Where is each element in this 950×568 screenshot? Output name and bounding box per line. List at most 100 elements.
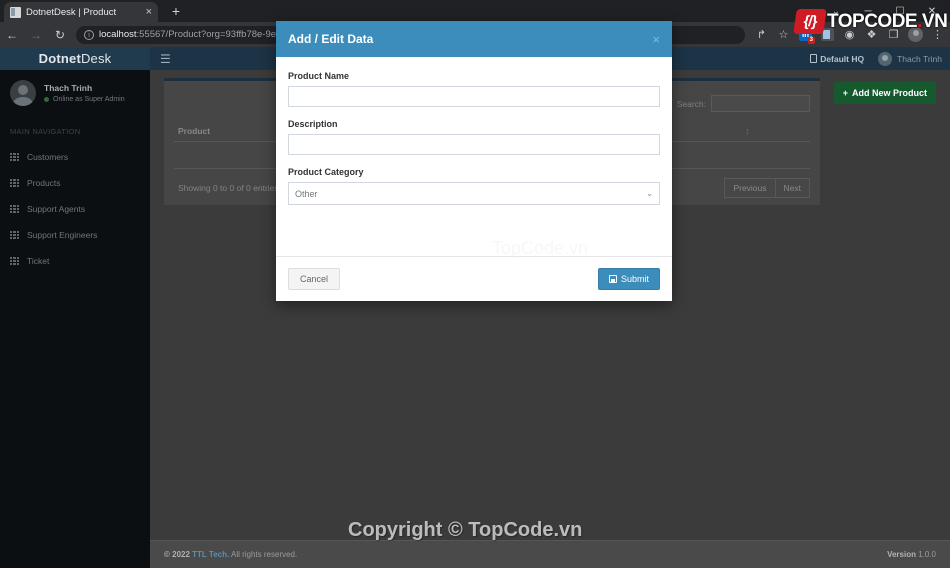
reload-icon[interactable]: ↻ <box>48 23 72 47</box>
org-label: Default HQ <box>820 53 865 64</box>
browser-menu-icon[interactable]: ⋮ <box>927 24 948 45</box>
modal-header: Add / Edit Data × <box>276 21 672 57</box>
chevron-down-icon[interactable]: ⌄ <box>820 0 852 22</box>
grid-icon <box>10 205 19 213</box>
bookmark-star-icon[interactable]: ☆ <box>773 24 794 45</box>
building-icon <box>810 54 818 63</box>
app-logo[interactable]: Dotnet Desk <box>0 47 150 70</box>
grid-icon <box>10 231 19 239</box>
sidebar-user-info: Thach Trinh Online as Super Admin <box>44 83 125 103</box>
plus-icon: + <box>842 88 848 98</box>
sidebar-user-panel[interactable]: Thach Trinh Online as Super Admin <box>0 70 150 118</box>
window-close-icon[interactable]: ✕ <box>916 0 948 22</box>
add-new-product-button[interactable]: + Add New Product <box>833 82 936 104</box>
footer-copyright-year: © 2022 <box>164 550 190 559</box>
linkedin-extension-icon[interactable]: in 3 <box>795 24 816 45</box>
browser-titlebar: DotnetDesk | Product × + ⌄ ─ ☐ ✕ <box>0 0 950 22</box>
footer-version-label: Version <box>887 550 916 559</box>
cancel-button[interactable]: Cancel <box>288 268 341 290</box>
outlook-glyph <box>821 28 834 41</box>
product-category-value: Other <box>295 188 318 199</box>
footer-version: Version 1.0.0 <box>887 550 936 559</box>
product-name-label: Product Name <box>288 71 350 81</box>
grid-icon <box>10 257 19 265</box>
description-label: Description <box>288 119 338 129</box>
brand-suffix: Desk <box>80 51 112 66</box>
sidebar-item-support-agents[interactable]: Support Agents <box>0 196 150 222</box>
save-icon <box>608 275 617 283</box>
sidebar-item-products[interactable]: Products <box>0 170 150 196</box>
sidebar: Thach Trinh Online as Super Admin MAIN N… <box>0 70 150 568</box>
grid-icon <box>10 179 19 187</box>
product-category-label: Product Category <box>288 167 364 177</box>
info-icon[interactable]: i <box>84 29 94 40</box>
minimize-icon[interactable]: ─ <box>852 0 884 22</box>
description-input[interactable] <box>288 134 660 155</box>
maximize-icon[interactable]: ☐ <box>884 0 916 22</box>
wappalyzer-extension-icon[interactable]: ◉ <box>839 24 860 45</box>
sidebar-item-ticket[interactable]: Ticket <box>0 248 150 274</box>
sidebar-item-customers[interactable]: Customers <box>0 144 150 170</box>
navbar-right: Default HQ Thach Trinh <box>810 51 942 66</box>
sidebar-section-heading: MAIN NAVIGATION <box>10 127 81 136</box>
sidebar-item-label: Support Agents <box>27 204 86 214</box>
back-icon[interactable]: ← <box>0 23 24 47</box>
product-category-select[interactable]: Other ⌄ <box>288 182 660 205</box>
sidebar-item-label: Customers <box>27 152 69 162</box>
brand-prefix: Dotnet <box>38 51 81 66</box>
notification-badge: 3 <box>807 37 815 44</box>
tab-title: DotnetDesk | Product <box>26 6 117 18</box>
browser-tab[interactable]: DotnetDesk | Product × <box>4 2 158 22</box>
sidebar-item-label: Support Engineers <box>27 230 98 240</box>
footer-company-link[interactable]: TTL Tech. <box>192 550 229 559</box>
table-info: Showing 0 to 0 of 0 entries <box>178 183 279 193</box>
modal-body: Product Name Description Product Categor… <box>276 57 672 213</box>
footer-rights: All rights reserved. <box>230 550 298 559</box>
product-name-input[interactable] <box>288 86 660 107</box>
extensions-puzzle-icon[interactable]: ❖ <box>861 24 882 45</box>
url-host: localhost <box>99 29 137 40</box>
close-icon[interactable]: × <box>146 6 152 18</box>
search-input[interactable] <box>711 95 810 112</box>
app-footer: © 2022 TTL Tech. All rights reserved. Ve… <box>150 540 950 568</box>
toolbar-actions: ↱ ☆ in 3 ◉ ❖ ❐ ⋮ <box>751 24 950 45</box>
close-icon[interactable]: × <box>652 33 660 46</box>
footer-copyright: © 2022 TTL Tech. All rights reserved. <box>164 550 297 559</box>
sort-icon: ↕ <box>745 125 749 136</box>
add-new-product-label: Add New Product <box>851 88 927 98</box>
modal-footer: Cancel Submit <box>276 256 672 301</box>
sidebar-user-name: Thach Trinh <box>44 83 93 93</box>
new-tab-button[interactable]: + <box>168 4 184 20</box>
window-controls: ⌄ ─ ☐ ✕ <box>820 0 948 22</box>
avatar <box>878 51 893 66</box>
modal-title: Add / Edit Data <box>288 32 374 46</box>
navbar-user-name: Thach Trinh <box>897 53 942 64</box>
forward-icon[interactable]: → <box>24 23 48 47</box>
navbar-user-menu[interactable]: Thach Trinh <box>878 51 942 66</box>
screenshot-root: DotnetDesk | Product × + ⌄ ─ ☐ ✕ ← → ↻ i… <box>0 0 950 568</box>
sidebar-user-status: Online as Super Admin <box>44 96 125 103</box>
avatar <box>10 80 36 106</box>
footer-version-value: 1.0.0 <box>918 550 936 559</box>
pagination-previous-button[interactable]: Previous <box>724 178 776 198</box>
chevron-down-icon: ⌄ <box>646 189 653 198</box>
side-panel-icon[interactable]: ❐ <box>883 24 904 45</box>
hamburger-menu-icon[interactable]: ☰ <box>160 53 171 65</box>
pagination-next-button[interactable]: Next <box>775 178 810 198</box>
add-edit-modal: Add / Edit Data × Product Name Descripti… <box>276 21 672 301</box>
search-label: Search: <box>676 98 706 109</box>
org-selector[interactable]: Default HQ <box>810 54 864 64</box>
profile-avatar[interactable] <box>905 24 926 45</box>
submit-button[interactable]: Submit <box>597 268 660 290</box>
sidebar-item-label: Products <box>27 178 61 188</box>
submit-label: Submit <box>620 274 649 284</box>
online-status-dot-icon <box>44 97 49 102</box>
share-icon[interactable]: ↱ <box>751 24 772 45</box>
sidebar-item-support-engineers[interactable]: Support Engineers <box>0 222 150 248</box>
pagination: Previous Next <box>724 178 810 198</box>
outlook-extension-icon[interactable] <box>817 24 838 45</box>
column-header-sort[interactable]: ↕ <box>684 126 810 136</box>
table-search: Search: <box>677 95 810 112</box>
sidebar-item-label: Ticket <box>27 256 50 266</box>
sidebar-user-status-text: Online as Super Admin <box>53 96 125 103</box>
